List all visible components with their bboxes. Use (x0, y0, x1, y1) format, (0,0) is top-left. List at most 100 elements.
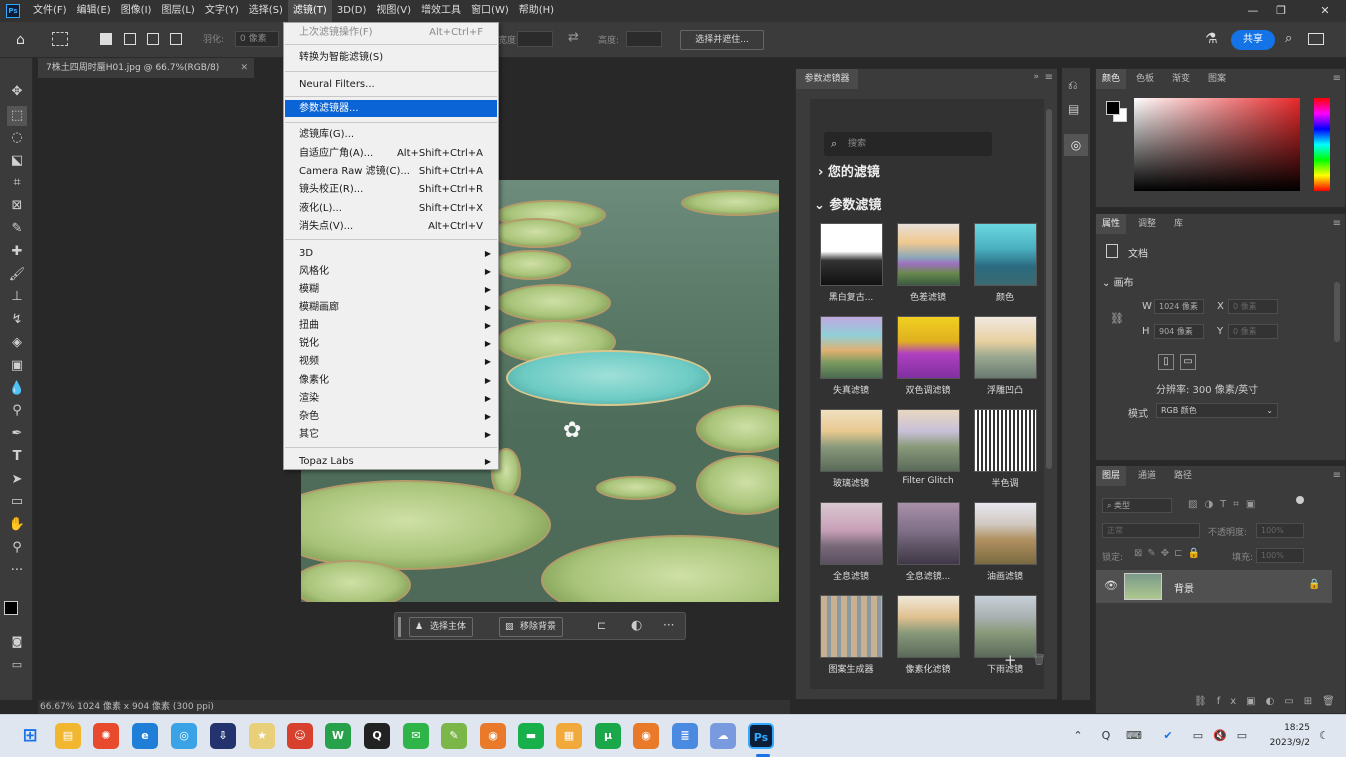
share-button[interactable]: 共享 (1231, 30, 1275, 50)
workspace-icon[interactable] (1308, 33, 1324, 45)
panel-menu-icon[interactable]: ≡ (1333, 218, 1341, 229)
search-icon[interactable]: ⌕ (1285, 31, 1292, 46)
menuitem-blur[interactable]: 模糊 ▶ (285, 281, 497, 298)
new-selection-icon[interactable] (100, 33, 112, 45)
history-icon[interactable]: ⎌ (1068, 78, 1078, 93)
blend-mode-select[interactable]: 正常 (1102, 523, 1200, 538)
crop-tool-icon[interactable]: ⌗ (7, 173, 27, 193)
maximize-icon[interactable]: ❐ (1266, 0, 1296, 22)
tab-channels[interactable]: 通道 (1132, 466, 1162, 486)
wechat-icon[interactable]: ✉ (403, 723, 429, 749)
move-tool-icon[interactable]: ✥ (7, 82, 27, 102)
height-input[interactable] (626, 31, 662, 47)
eraser-tool-icon[interactable]: ◈ (7, 333, 27, 353)
menuitem-lens-correction[interactable]: 镜头校正(R)... Shift+Ctrl+R (285, 181, 497, 198)
blur-tool-icon[interactable]: 💧 (7, 379, 27, 399)
swap-icon[interactable]: ⇄ (568, 30, 579, 45)
app-eye-icon[interactable]: ◉ (480, 723, 506, 749)
filter-thumb-bw-retro[interactable] (820, 223, 883, 286)
file-explorer-icon[interactable]: ▤ (55, 723, 81, 749)
link-icon[interactable]: ⛓ (1110, 312, 1124, 325)
home-icon[interactable]: ⌂ (16, 31, 34, 49)
qq-icon[interactable]: Q (364, 723, 390, 749)
panel-menu-icon[interactable]: ≡ (1333, 73, 1341, 84)
fg-color-swatch[interactable] (1106, 101, 1120, 115)
volume-icon[interactable]: 🔇 (1212, 728, 1228, 744)
tab-layers[interactable]: 图层 (1096, 466, 1127, 486)
tab-param-filter[interactable]: 参数滤镜器 (796, 69, 858, 89)
filter-thumb-chromatic[interactable] (897, 223, 960, 286)
menu-layer[interactable]: 图层(L) (156, 0, 199, 22)
network-icon[interactable]: ▭ (1190, 728, 1206, 744)
frame-tool-icon[interactable]: ⊠ (7, 196, 27, 216)
menu-edit[interactable]: 编辑(E) (72, 0, 116, 22)
tab-adjustments[interactable]: 调整 (1132, 214, 1162, 234)
menu-select[interactable]: 选择(S) (244, 0, 288, 22)
canvas-y-input[interactable]: 0 像素 (1228, 324, 1278, 339)
flask-icon[interactable]: ⚗ (1205, 31, 1218, 47)
hand-tool-icon[interactable]: ✋ (7, 515, 27, 535)
battery-icon[interactable]: ▭ (1234, 728, 1250, 744)
menu-file[interactable]: 文件(F) (28, 0, 72, 22)
color-field[interactable] (1134, 98, 1300, 191)
filter-thumb-pattern[interactable] (820, 595, 883, 658)
tray-app-icon[interactable]: ⌨ (1126, 728, 1142, 744)
intersect-selection-icon[interactable] (170, 33, 182, 45)
start-icon[interactable]: ⊞ (17, 723, 43, 749)
tab-patterns[interactable]: 图案 (1202, 69, 1232, 89)
app-swirl-icon[interactable]: ◎ (171, 723, 197, 749)
healing-brush-tool-icon[interactable]: ✚ (7, 242, 27, 262)
object-select-tool-icon[interactable]: ⬕ (7, 151, 27, 171)
shape-tool-icon[interactable]: ▭ (7, 492, 27, 512)
menuitem-param-filter[interactable]: 参数滤镜器... (285, 100, 497, 117)
tray-app2-icon[interactable]: ✔ (1160, 728, 1176, 744)
close-icon[interactable]: ✕ (1310, 0, 1340, 22)
document-tab[interactable]: 7株土四周时蜃H01.jpg @ 66.7%(RGB/8) ✕ (38, 58, 254, 78)
app-notes-icon[interactable]: ▦ (556, 723, 582, 749)
menuitem-sharpen[interactable]: 锐化 ▶ (285, 335, 497, 352)
tab-properties[interactable]: 属性 (1096, 214, 1127, 234)
drag-handle[interactable] (398, 617, 401, 637)
layer-row[interactable]: 👁 背景 🔒 (1096, 570, 1332, 603)
tray-qq-icon[interactable]: Q (1098, 728, 1114, 744)
menu-3d[interactable]: 3D(D) (332, 0, 372, 22)
tab-paths[interactable]: 路径 (1168, 466, 1198, 486)
menuitem-vanishing-point[interactable]: 消失点(V)... Alt+Ctrl+V (285, 218, 497, 235)
menuitem-convert-smart-filter[interactable]: 转换为智能滤镜(S) (285, 49, 497, 66)
eyedropper-tool-icon[interactable]: ✎ (7, 219, 27, 239)
menuitem-render[interactable]: 渲染 ▶ (285, 390, 497, 407)
filter-thumb-emboss[interactable] (974, 316, 1037, 379)
clock-time[interactable]: 18:25 (1266, 723, 1310, 733)
app-mascot-icon[interactable]: ☺ (287, 723, 313, 749)
menuitem-liquify[interactable]: 液化(L)... Shift+Ctrl+X (285, 200, 497, 217)
landscape-icon[interactable]: ▭ (1180, 354, 1196, 370)
menuitem-last-filter[interactable]: 上次滤镜操作(F) Alt+Ctrl+F (285, 24, 497, 41)
collapse-icon[interactable]: » (1033, 72, 1039, 82)
filter-search-input[interactable]: ⌕ 搜索 (824, 132, 992, 156)
layer-actions-icons[interactable]: ⛓fx▣◐▭⊞🗑 (1194, 696, 1345, 707)
menu-plugins[interactable]: 增效工具 (416, 0, 466, 22)
menuitem-distort[interactable]: 扭曲 ▶ (285, 317, 497, 334)
app-star-icon[interactable]: ★ (249, 723, 275, 749)
type-tool-icon[interactable]: T (7, 447, 27, 467)
layer-kind-filter[interactable]: ⌕ 类型 (1102, 498, 1172, 513)
quick-mask-icon[interactable]: ◙ (7, 632, 27, 652)
menuitem-neural-filters[interactable]: Neural Filters... (285, 76, 497, 93)
transform-icon[interactable]: ⊏ (597, 619, 606, 632)
filter-thumb-duotone[interactable] (897, 316, 960, 379)
eye-icon[interactable]: 👁 (1104, 579, 1118, 592)
more-tools-icon[interactable]: ··· (7, 561, 27, 581)
minimize-icon[interactable]: — (1238, 0, 1268, 22)
marquee-icon[interactable] (52, 32, 68, 46)
menuitem-filter-gallery[interactable]: 滤镜库(G)... (285, 126, 497, 143)
dodge-tool-icon[interactable]: ⚲ (7, 401, 27, 421)
tab-color[interactable]: 颜色 (1096, 69, 1127, 89)
menu-filter[interactable]: 滤镜(T) (287, 0, 332, 22)
app-frog-icon[interactable]: ✎ (441, 723, 467, 749)
zoom-tool-icon[interactable]: ⚲ (7, 538, 27, 558)
gradient-tool-icon[interactable]: ▣ (7, 356, 27, 376)
filter-thumb-glass[interactable] (820, 409, 883, 472)
scrollbar[interactable] (1046, 109, 1052, 469)
adjust-icon[interactable]: ◐ (631, 618, 642, 633)
edge-icon[interactable]: e (132, 723, 158, 749)
